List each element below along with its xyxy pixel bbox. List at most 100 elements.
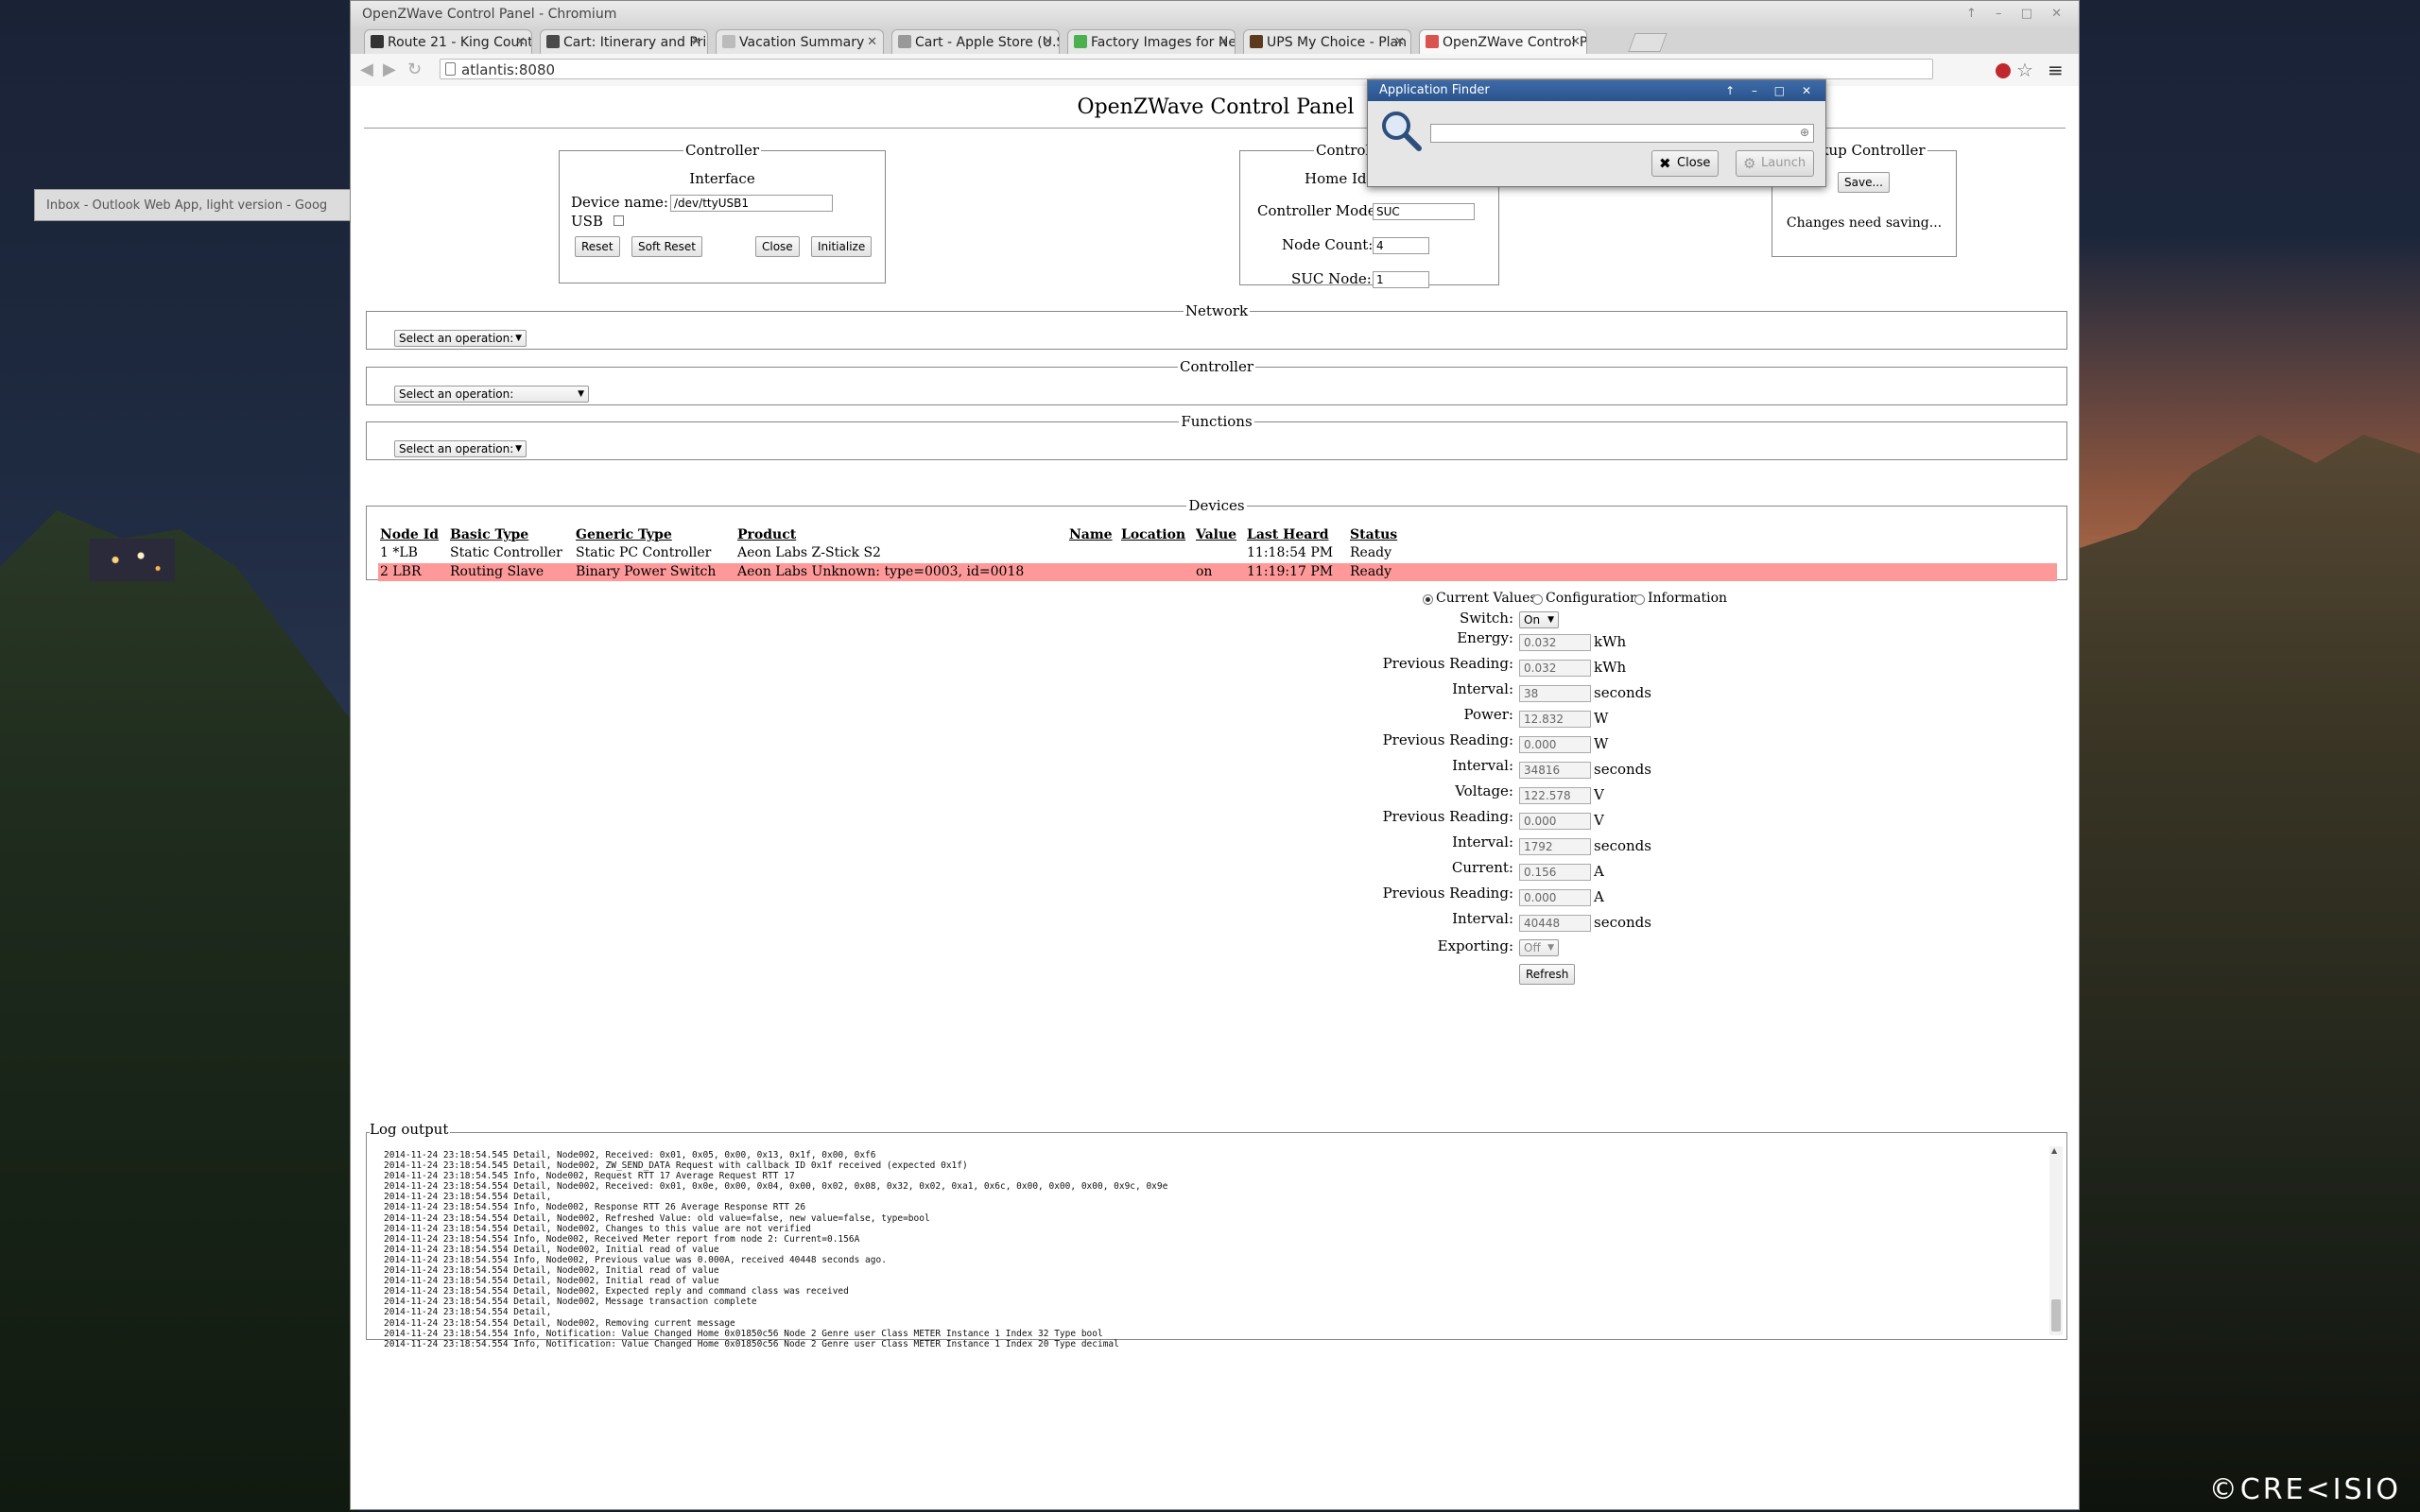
- radio-information[interactable]: [1634, 594, 1645, 605]
- column-header[interactable]: Generic Type: [576, 527, 672, 542]
- background-window[interactable]: Inbox - Outlook Web App, light version -…: [34, 189, 354, 221]
- app-finder-close-button[interactable]: ✖ Close: [1651, 150, 1720, 177]
- device-name-input[interactable]: [670, 195, 833, 212]
- value-input[interactable]: [1519, 660, 1591, 677]
- value-label: Current:: [1451, 859, 1513, 876]
- tab-1[interactable]: Cart: Itinerary and Pric ✕: [540, 29, 708, 54]
- table-row[interactable]: 1 *LB Static Controller Static PC Controll…: [378, 544, 2057, 562]
- value-input[interactable]: [1519, 915, 1591, 932]
- functions-select-value: Select an operation:: [399, 442, 514, 455]
- value-input[interactable]: [1519, 864, 1591, 881]
- extension-icon[interactable]: [1996, 63, 2011, 78]
- bookmark-star-icon[interactable]: ☆: [2016, 59, 2033, 81]
- back-icon[interactable]: ◀: [360, 60, 373, 79]
- column-header[interactable]: Product: [737, 527, 796, 542]
- radio-current-values[interactable]: [1423, 594, 1433, 605]
- close-tab-icon[interactable]: ✕: [1570, 30, 1581, 54]
- log-line: 2014-11-24 23:18:54.554 Detail,: [384, 1307, 552, 1318]
- controller-operation-select[interactable]: Select an operation: ▼: [394, 386, 589, 403]
- tab-5[interactable]: UPS My Choice - Plan ✕: [1243, 29, 1411, 54]
- app-finder-launch-button[interactable]: ⚙ Launch: [1736, 150, 1815, 177]
- controller-mode-input[interactable]: [1373, 203, 1475, 220]
- switch-select[interactable]: On ▼: [1519, 611, 1559, 628]
- close-icon: ✖: [1659, 155, 1671, 172]
- value-input[interactable]: [1519, 787, 1591, 804]
- value-input[interactable]: [1519, 838, 1591, 855]
- functions-operation-select[interactable]: Select an operation: ▼: [394, 440, 527, 457]
- app-finder-launch-label: Launch: [1761, 156, 1806, 170]
- log-scrollbar[interactable]: ▲: [2049, 1146, 2063, 1335]
- tab-0[interactable]: Route 21 - King Count ✕: [364, 29, 532, 54]
- application-finder-dialog: Application Finder ↑ – □ ✕ ⊕ ✖ Close ⚙ L…: [1367, 79, 1826, 187]
- close-tab-icon[interactable]: ✕: [691, 30, 701, 54]
- log-lines: 2014-11-24 23:18:54.545 Detail, Node002,…: [384, 1150, 2029, 1349]
- close-tab-icon[interactable]: ✕: [867, 30, 877, 54]
- scroll-up-icon[interactable]: ▲: [2051, 1146, 2057, 1155]
- value-input[interactable]: [1519, 634, 1591, 651]
- chevron-down-icon: ▼: [578, 389, 584, 399]
- column-header[interactable]: Basic Type: [450, 527, 528, 542]
- refresh-button[interactable]: Refresh: [1519, 964, 1576, 985]
- scroll-thumb[interactable]: [2051, 1299, 2061, 1332]
- column-header[interactable]: Node Id: [380, 527, 439, 542]
- usb-checkbox[interactable]: [614, 215, 624, 226]
- soft-reset-button[interactable]: Soft Reset: [631, 236, 703, 257]
- switch-value: On: [1524, 613, 1541, 627]
- value-unit: V: [1594, 786, 1604, 803]
- app-finder-titlebar[interactable]: Application Finder ↑ – □ ✕: [1368, 80, 1825, 101]
- column-header[interactable]: Name: [1069, 527, 1113, 542]
- log-output[interactable]: 2014-11-24 23:18:54.545 Detail, Node002,…: [366, 1132, 2067, 1349]
- value-tab-label[interactable]: Configuration: [1546, 591, 1638, 606]
- column-header[interactable]: Status: [1350, 527, 1397, 542]
- new-tab-button[interactable]: [1628, 33, 1668, 52]
- suc-node-input[interactable]: [1373, 271, 1429, 288]
- value-input[interactable]: [1519, 889, 1591, 906]
- close-tab-icon[interactable]: ✕: [1394, 30, 1405, 54]
- tab-6[interactable]: OpenZWave Control P ✕: [1419, 29, 1587, 54]
- window-controls[interactable]: ↑ – □ ✕: [1966, 1, 2069, 27]
- reset-button[interactable]: Reset: [575, 236, 620, 257]
- close-tab-icon[interactable]: ✕: [1219, 30, 1229, 54]
- log-line: 2014-11-24 23:18:54.554 Detail, Node002,…: [384, 1286, 849, 1297]
- forward-icon[interactable]: ▶: [383, 60, 396, 79]
- controller-legend: Controller: [684, 142, 760, 159]
- tab-3[interactable]: Cart - Apple Store (U.S ✕: [891, 29, 1060, 54]
- network-select-value: Select an operation:: [399, 332, 514, 345]
- menu-icon[interactable]: ≡: [2048, 59, 2064, 81]
- column-header[interactable]: Location: [1121, 527, 1185, 542]
- reload-icon[interactable]: ↻: [407, 60, 422, 79]
- save-button[interactable]: Save...: [1838, 172, 1890, 193]
- functions-legend: Functions: [1181, 413, 1253, 430]
- close-button[interactable]: Close: [755, 236, 800, 257]
- column-header[interactable]: Value: [1196, 527, 1236, 542]
- tab-2[interactable]: Vacation Summary ✕: [716, 29, 884, 54]
- url-text: atlantis:8080: [461, 61, 556, 78]
- app-finder-window-controls[interactable]: ↑ – □ ✕: [1725, 80, 1818, 101]
- close-tab-icon[interactable]: ✕: [515, 30, 526, 54]
- log-legend: Log output: [370, 1121, 451, 1138]
- table-row[interactable]: 2 LBR Routing Slave Binary Power Switch Aeo…: [378, 563, 2057, 581]
- address-bar[interactable]: atlantis:8080: [440, 59, 1933, 79]
- column-header[interactable]: Last Heard: [1247, 527, 1329, 542]
- cell-generic-type: Binary Power Switch: [576, 564, 717, 579]
- value-input[interactable]: [1519, 762, 1591, 779]
- initialize-button[interactable]: Initialize: [811, 236, 873, 257]
- window-titlebar[interactable]: OpenZWave Control Panel - Chromium ↑ – □…: [351, 1, 2079, 27]
- log-line: 2014-11-24 23:18:54.545 Detail, Node002,…: [384, 1150, 876, 1160]
- value-input[interactable]: [1519, 813, 1591, 830]
- value-input[interactable]: [1519, 711, 1591, 728]
- value-input[interactable]: [1519, 736, 1591, 753]
- value-tab-label[interactable]: Information: [1648, 591, 1727, 606]
- network-operation-select[interactable]: Select an operation: ▼: [394, 330, 527, 347]
- tab-4[interactable]: Factory Images for Ne ✕: [1067, 29, 1236, 54]
- value-input[interactable]: [1519, 685, 1591, 702]
- node-count-input[interactable]: [1373, 237, 1429, 254]
- exporting-select[interactable]: Off ▼: [1519, 939, 1559, 956]
- chevron-down-icon[interactable]: ⊕: [1800, 126, 1809, 139]
- close-tab-icon[interactable]: ✕: [1043, 30, 1053, 54]
- app-finder-search-input[interactable]: ⊕: [1430, 124, 1814, 143]
- log-line: 2014-11-24 23:18:54.554 Info, Node002, P…: [384, 1254, 887, 1265]
- value-unit: W: [1594, 735, 1609, 752]
- radio-configuration[interactable]: [1532, 594, 1543, 605]
- value-tab-label[interactable]: Current Values: [1436, 591, 1537, 606]
